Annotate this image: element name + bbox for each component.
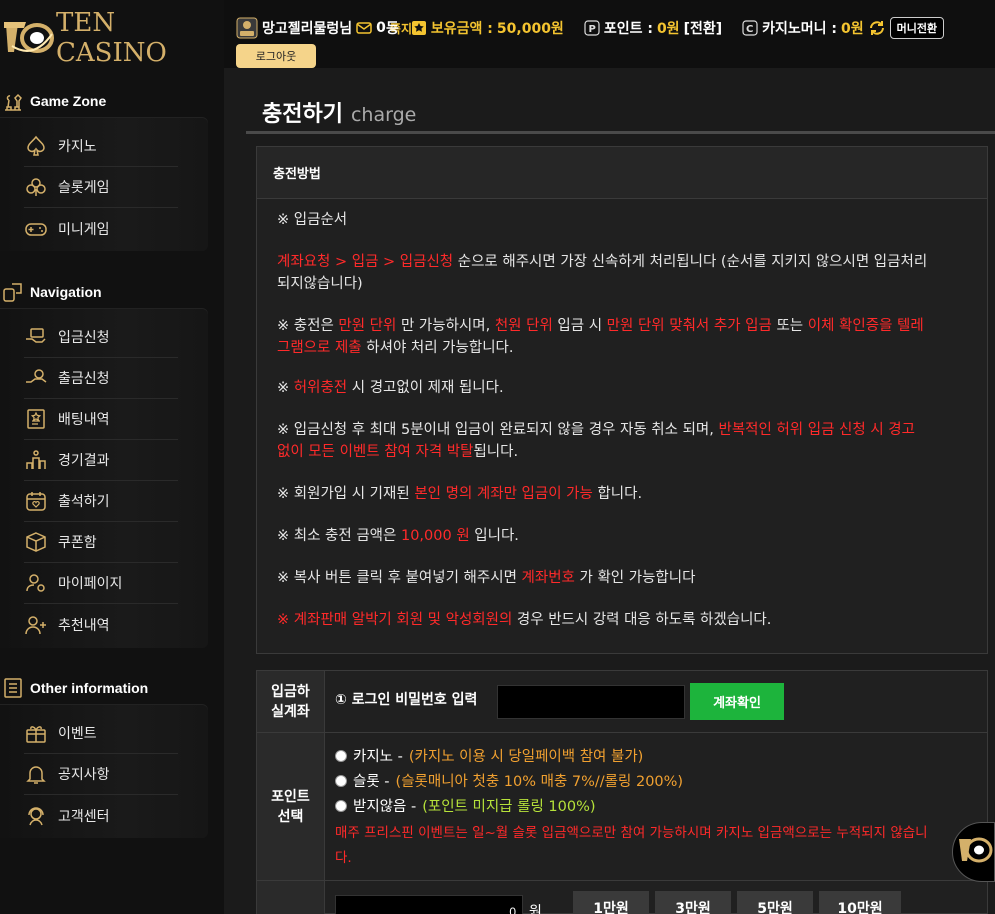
amount-unit: 원: [529, 904, 542, 914]
charge-form: 입금하 실계좌 ① 로그인 비밀번호 입력 계좌확인 포인트 선택 카지노 - (카…: [256, 670, 988, 914]
option-casino[interactable]: 카지노 - (카지노 이용 시 당일페이백 참여 불가): [335, 745, 643, 766]
amount-100k-button[interactable]: 10만원: [819, 891, 901, 914]
radio-slot[interactable]: [335, 774, 347, 787]
support-icon: [28, 806, 44, 825]
option-slot[interactable]: 슬롯 - (슬롯매니아 첫충 10% 매충 7%//롤링 200%): [335, 770, 683, 791]
radio-casino[interactable]: [335, 749, 347, 762]
sidebar-item-referral[interactable]: 추천내역: [24, 604, 178, 645]
point-row: 포인트 선택 카지노 - (카지노 이용 시 당일페이백 참여 불가) 슬롯 - …: [257, 733, 987, 881]
option-none[interactable]: 받지않음 - (포인트 미지급 롤링 100%): [335, 795, 596, 816]
ten-casino-logo-icon: [959, 837, 993, 863]
notice-3: ※ 허위충전 시 경고없이 제재 됩니다.: [277, 380, 504, 396]
password-label: ① 로그인 비밀번호 입력: [335, 692, 478, 708]
account-row-head: 입금하 실계좌: [257, 671, 325, 732]
sidebar-item-betting-history[interactable]: 배팅내역: [24, 399, 178, 440]
charge-method-panel: 충전방법 ※ 입금순서 계좌요청 > 입금 > 입금신청 순으로 해주시면 가장…: [256, 146, 988, 654]
sidebar-item-withdraw[interactable]: 출금신청: [24, 358, 178, 399]
points-value: 0원: [656, 21, 680, 37]
logout-button[interactable]: 로그아웃: [236, 44, 316, 68]
info-list-icon: [4, 678, 22, 698]
club-icon: [26, 178, 46, 196]
navigation-icon: [3, 283, 22, 302]
notice-6: ※ 최소 충전 금액은 10,000 원 입니다.: [277, 528, 519, 544]
title-divider: [246, 131, 995, 134]
brand-logo[interactable]: TEN CASINO: [4, 8, 214, 68]
balance-label: 보유금액 :: [430, 21, 493, 37]
radio-none[interactable]: [335, 799, 347, 812]
notice-7: ※ 복사 버튼 클릭 후 붙여넣기 해주시면 계좌번호 가 확인 가능합니다: [277, 570, 696, 586]
notice-1: 계좌요청 > 입금 > 입금신청 순으로 해주시면 가장 신속하게 처리됩니다 …: [277, 254, 928, 292]
point-row-head: 포인트 선택: [257, 733, 325, 880]
top-bar: 망고젤리물렁님 0 쪽지 등 보유금액 : 50,000원 P 포인트 : 0원…: [224, 0, 995, 68]
sidebar-item-coupon[interactable]: 쿠폰함: [24, 522, 178, 563]
sidebar-item-deposit[interactable]: 입금신청: [24, 317, 178, 358]
user-badge-icon: [236, 17, 258, 39]
account-row: 입금하 실계좌 ① 로그인 비밀번호 입력 계좌확인: [257, 671, 987, 733]
spade-icon: [27, 135, 45, 156]
sidebar-item-support[interactable]: 고객센터: [24, 795, 178, 836]
mini-label: 등: [386, 21, 399, 37]
svg-text:C: C: [746, 24, 753, 35]
referral-icon: [25, 615, 46, 634]
notice-4: ※ 입금신청 후 최대 5분이내 입금이 완료되지 않을 경우 자동 취소 되며…: [277, 422, 915, 460]
password-input[interactable]: [497, 685, 685, 719]
brand-name: TEN CASINO: [56, 8, 167, 68]
sidebar: TEN CASINO Game Zone 카지노 슬롯게임 미니게임 Navig…: [0, 0, 224, 914]
refresh-icon[interactable]: [868, 19, 886, 37]
points-label: 포인트 :: [603, 21, 653, 37]
money-transfer-button[interactable]: 머니전환: [889, 17, 945, 39]
section-title-other-information: Other information: [0, 676, 224, 700]
withdraw-icon: [26, 369, 47, 383]
betting-history-icon: [27, 409, 45, 429]
user-info-bar: 망고젤리물렁님 0 쪽지 등 보유금액 : 50,000원 P 포인트 : 0원…: [236, 14, 945, 42]
user-name: 망고젤리물렁님: [262, 21, 353, 37]
gift-icon: [26, 726, 46, 743]
deposit-icon: [26, 328, 46, 343]
ten-casino-logo-icon: [4, 16, 54, 60]
sidebar-item-mypage[interactable]: 마이페이지: [24, 563, 178, 604]
notice-8: ※ 계좌판매 알박기 회원 및 악성회원의 경우 반드시 강력 대응 하도록 하…: [277, 612, 772, 628]
sidebar-item-mini-game[interactable]: 미니게임: [24, 208, 178, 249]
amount-10k-button[interactable]: 1만원: [573, 891, 649, 914]
bell-icon: [26, 766, 46, 784]
amount-30k-button[interactable]: 3만원: [655, 891, 731, 914]
sidebar-item-results[interactable]: 경기결과: [24, 440, 178, 481]
star-coin-icon: [411, 21, 426, 35]
casino-money-value: 0원: [841, 21, 864, 37]
chess-icon: [5, 93, 22, 111]
sidebar-item-casino[interactable]: 카지노: [24, 126, 178, 167]
gamepad-icon: [25, 222, 47, 236]
sidebar-item-attendance[interactable]: 출석하기: [24, 481, 178, 522]
section-title-game-zone: Game Zone: [0, 89, 224, 113]
user-settings-icon: [26, 574, 45, 592]
section-title-navigation: Navigation: [0, 280, 224, 304]
account-check-button[interactable]: 계좌확인: [690, 683, 784, 720]
notice-order-title: ※ 입금순서: [277, 212, 348, 228]
amount-row: 원 1만원 3만원 5만원 10만원: [257, 881, 987, 914]
amount-input[interactable]: [335, 895, 523, 914]
panel-heading: 충전방법: [257, 147, 987, 199]
casino-money-label: 카지노머니 :: [762, 21, 837, 37]
point-icon: P: [584, 20, 600, 36]
casino-money-icon: C: [742, 20, 758, 36]
free-spin-notice: 매주 프리스핀 이벤트는 일~월 슬롯 입금액으로만 참여 가능하시며 카지노 …: [335, 825, 928, 866]
calendar-icon: [26, 492, 46, 511]
points-convert-link[interactable]: [전환]: [684, 18, 723, 38]
floating-logo-badge[interactable]: [952, 822, 995, 882]
results-icon: [26, 450, 46, 469]
amount-50k-button[interactable]: 5만원: [737, 891, 813, 914]
balance-value: 50,000원: [496, 21, 564, 37]
svg-text:P: P: [588, 24, 595, 35]
sidebar-item-event[interactable]: 이벤트: [24, 713, 178, 754]
notice-5: ※ 회원가입 시 기재된 본인 명의 계좌만 입금이 가능 합니다.: [277, 486, 643, 502]
sidebar-item-notice[interactable]: 공지사항: [24, 754, 178, 795]
sidebar-item-slot[interactable]: 슬롯게임: [24, 167, 178, 208]
message-icon[interactable]: [356, 20, 372, 36]
notice-2: ※ 충전은 만원 단위 만 가능하시며, 천원 단위 입금 시 만원 단위 맞춰…: [277, 318, 924, 356]
amount-row-head: [257, 881, 325, 914]
message-count[interactable]: 0: [376, 20, 386, 36]
coupon-box-icon: [26, 532, 46, 552]
page-title: 충전하기 charge: [262, 102, 417, 127]
